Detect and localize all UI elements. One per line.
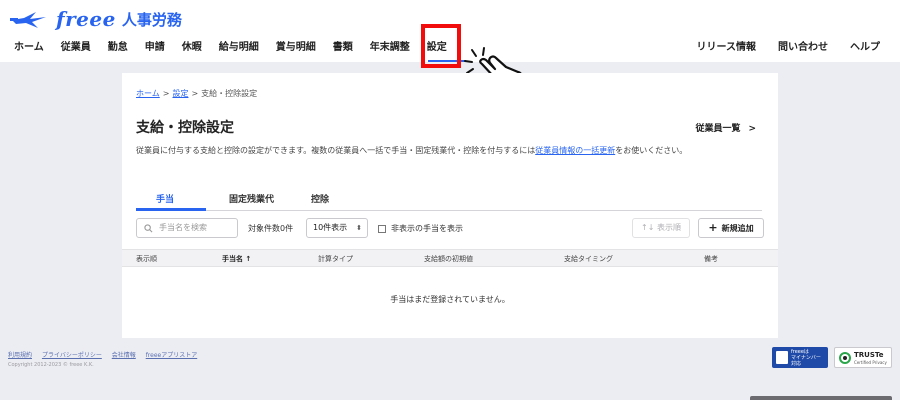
add-new-label: 新規追加 <box>721 224 754 233</box>
mynumber-line: 対応 <box>791 361 802 367</box>
toolbar: 手当名を検索 対象件数0件 10件表示 ⬍ 非表示の手当を表示 ↑↓ 表示順 +… <box>136 218 766 240</box>
truste-seal-icon <box>839 352 851 364</box>
tab-allowance[interactable]: 手当 <box>156 192 174 205</box>
nav-documents[interactable]: 書類 <box>333 40 353 56</box>
nav-home[interactable]: ホーム <box>14 40 44 56</box>
footer-links: 利用規約 プライバシーポリシー 会社情報 freeeアプリストア <box>8 350 205 359</box>
nav-contact[interactable]: 問い合わせ <box>778 40 828 56</box>
empty-state-message: 手当はまだ登録されていません。 <box>390 295 510 304</box>
description-text: 従業員に付与する支給と控除の設定ができます。複数の従業員へ一括で手当・固定残業代… <box>136 146 536 155</box>
search-input[interactable]: 手当名を検索 <box>136 218 238 238</box>
nav-employees[interactable]: 従業員 <box>61 40 91 56</box>
breadcrumb-settings[interactable]: 設定 <box>172 89 188 98</box>
column-default-amount: 支給額の初期値 <box>424 255 473 263</box>
footer-link-terms[interactable]: 利用規約 <box>8 352 32 359</box>
nav-requests[interactable]: 申請 <box>145 40 165 56</box>
result-count: 対象件数0件 <box>248 224 294 233</box>
breadcrumb-home[interactable]: ホーム <box>136 89 160 98</box>
page-size-select[interactable]: 10件表示 ⬍ <box>306 218 368 238</box>
nav-leave[interactable]: 休暇 <box>182 40 202 56</box>
show-hidden-label: 非表示の手当を表示 <box>391 224 463 233</box>
truste-subtitle: Certified Privacy <box>854 360 887 365</box>
tab-fixed-overtime[interactable]: 固定残業代 <box>229 192 274 205</box>
freee-bird-logo-icon <box>10 12 46 28</box>
display-order-label: 表示順 <box>656 223 681 232</box>
page-description: 従業員に付与する支給と控除の設定ができます。複数の従業員へ一括で手当・固定残業代… <box>136 145 696 157</box>
main-nav: ホーム 従業員 勤怠 申請 休暇 給与明細 賞与明細 書類 年末調整 設定 <box>14 40 464 56</box>
column-calc-type: 計算タイプ <box>318 255 353 263</box>
nav-bonus-slip[interactable]: 賞与明細 <box>276 40 316 56</box>
breadcrumb-separator: > <box>191 89 199 98</box>
active-tab-indicator <box>136 208 206 211</box>
search-placeholder: 手当名を検索 <box>159 223 207 232</box>
nav-attendance[interactable]: 勤怠 <box>108 40 128 56</box>
logo-text: freee <box>56 7 116 31</box>
mynumber-card-icon <box>776 351 788 364</box>
checkbox-icon[interactable] <box>378 224 386 233</box>
breadcrumb: ホーム > 設定 > 支給・控除設定 <box>136 88 257 99</box>
tab-bar: 手当 固定残業代 控除 <box>136 189 762 211</box>
mynumber-badge[interactable]: freeeは マイナンバー 対応 <box>772 347 828 368</box>
footer-link-privacy[interactable]: プライバシーポリシー <box>42 352 102 359</box>
settings-highlight-box <box>421 24 461 68</box>
employee-list-link[interactable]: 従業員一覧 > <box>695 121 756 134</box>
breadcrumb-current: 支給・控除設定 <box>201 89 258 98</box>
column-payment-timing: 支給タイミング <box>564 255 613 263</box>
show-hidden-toggle[interactable]: 非表示の手当を表示 <box>378 223 463 234</box>
page-size-value: 10件表示 <box>313 223 348 232</box>
bottom-scroll-handle[interactable] <box>750 396 892 400</box>
nav-help[interactable]: ヘルプ <box>850 40 880 56</box>
copyright: Copyright 2012-2023 © freee K.K. <box>8 362 94 368</box>
employee-list-label: 従業員一覧 <box>695 124 741 134</box>
footer-link-company[interactable]: 会社情報 <box>112 352 136 359</box>
tab-deduction[interactable]: 控除 <box>311 192 329 205</box>
table-header: 表示順 手当名 ↑ 計算タイプ 支給額の初期値 支給タイミング 備考 <box>122 249 778 267</box>
column-allowance-name[interactable]: 手当名 ↑ <box>222 254 251 264</box>
nav-release-notes[interactable]: リリース情報 <box>697 40 757 56</box>
chevron-right-icon: > <box>748 124 756 134</box>
page-title: 支給・控除設定 <box>136 120 234 136</box>
bulk-update-link[interactable]: 従業員情報の一括更新 <box>535 146 615 155</box>
nav-year-end-adjustment[interactable]: 年末調整 <box>370 40 410 56</box>
plus-icon: + <box>708 221 718 234</box>
sort-order-icon: ↑↓ <box>641 223 655 232</box>
breadcrumb-separator: > <box>162 89 170 98</box>
truste-title: TRUSTe <box>854 351 884 359</box>
add-new-button[interactable]: + 新規追加 <box>698 218 764 238</box>
truste-badge[interactable]: TRUSTe Certified Privacy <box>834 347 892 368</box>
mynumber-badge-text: freeeは マイナンバー 対応 <box>791 349 821 367</box>
nav-payslip[interactable]: 給与明細 <box>219 40 259 56</box>
logo-product: 人事労務 <box>121 10 182 29</box>
column-display-order[interactable]: 表示順 <box>136 254 157 264</box>
select-caret-icon: ⬍ <box>356 224 362 232</box>
search-icon <box>144 224 153 233</box>
display-order-button[interactable]: ↑↓ 表示順 <box>632 218 690 238</box>
column-notes: 備考 <box>704 255 718 263</box>
utility-nav: リリース情報 問い合わせ ヘルプ <box>675 40 881 56</box>
settings-card: ホーム > 設定 > 支給・控除設定 支給・控除設定 従業員一覧 > 従業員に付与する支給… <box>122 73 778 338</box>
freee-logo[interactable]: freee 人事労務 <box>10 6 182 32</box>
description-text-end: をお使いください。 <box>615 146 688 155</box>
footer-link-appstore[interactable]: freeeアプリストア <box>146 352 198 359</box>
